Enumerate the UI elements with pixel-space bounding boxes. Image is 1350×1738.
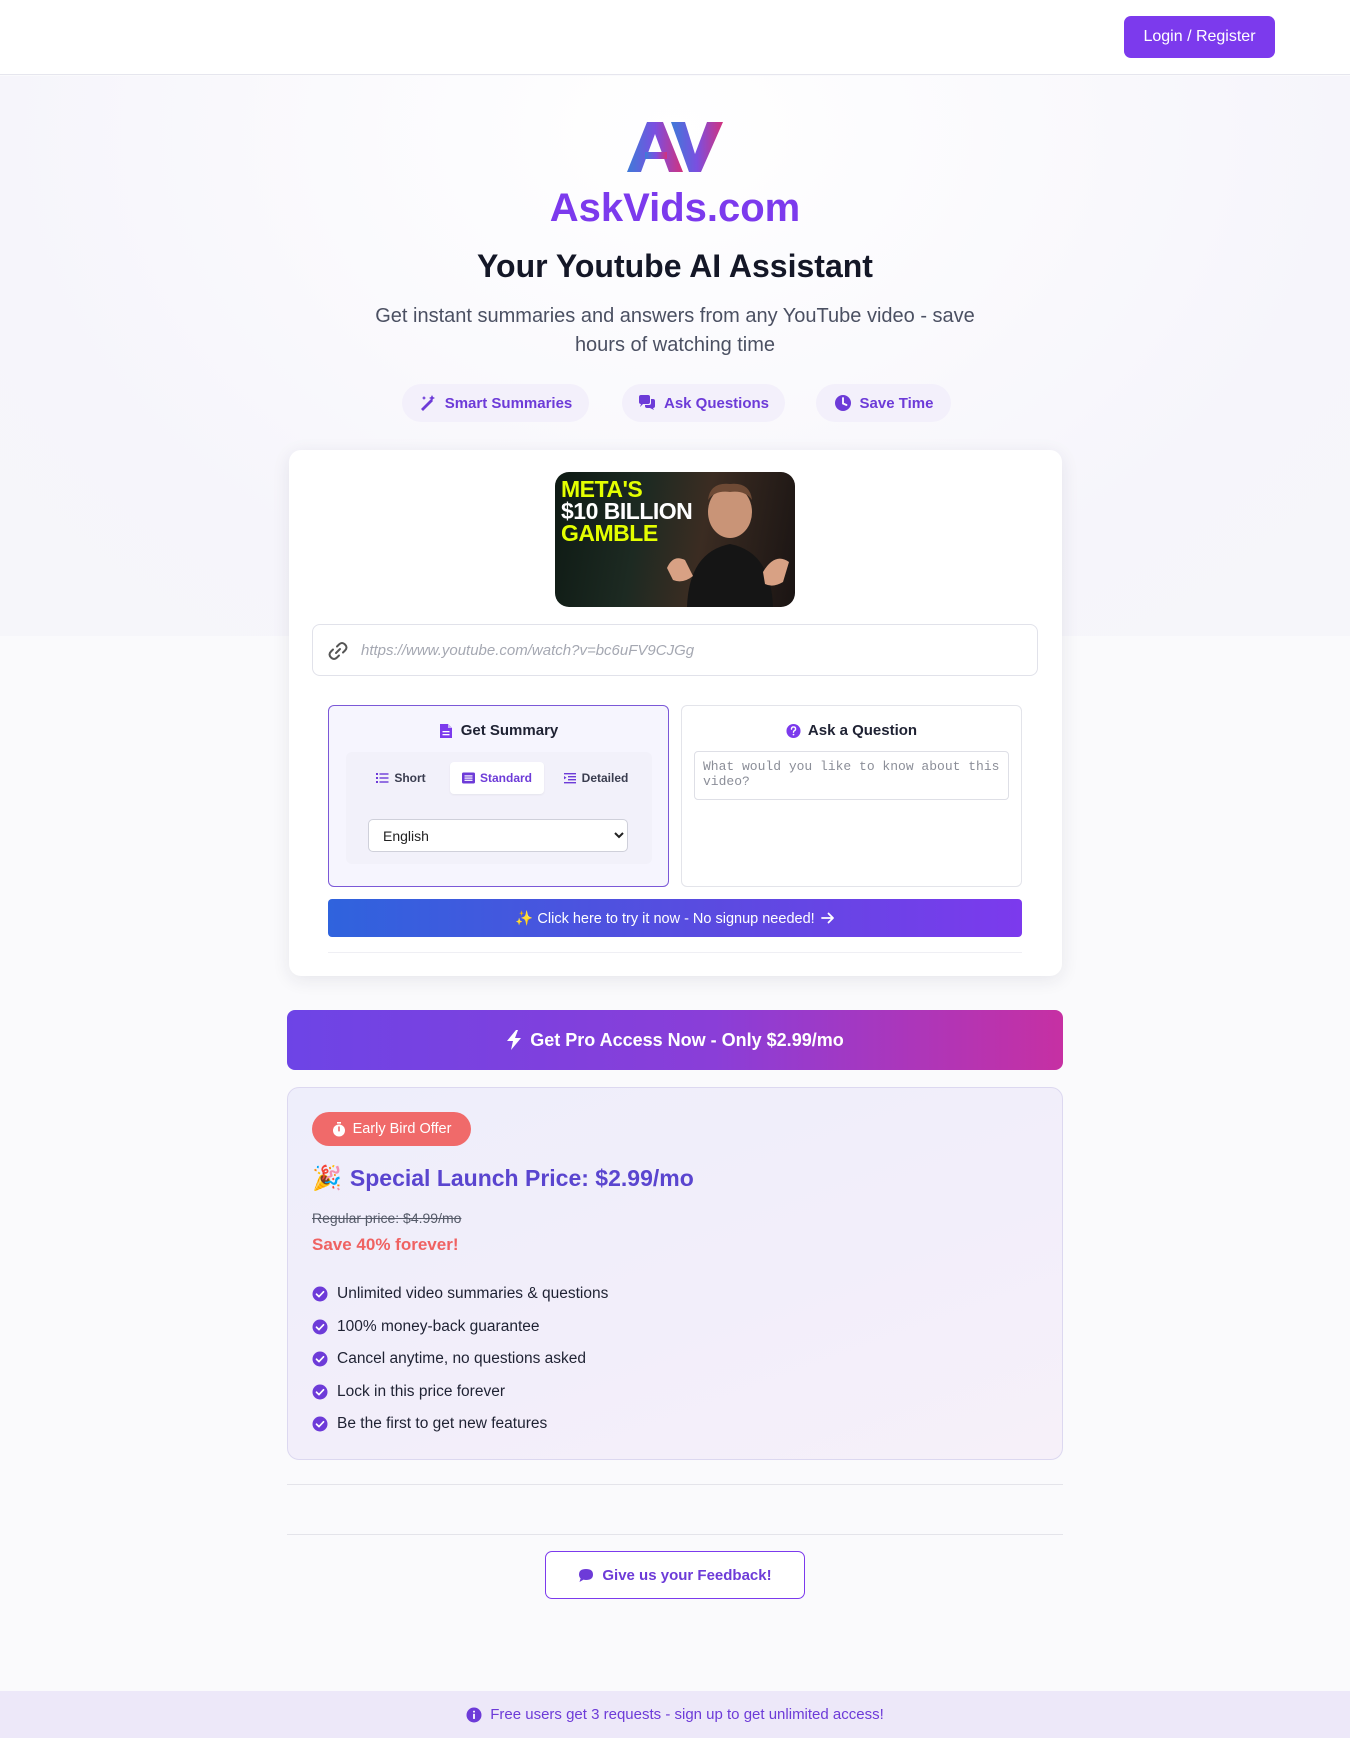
length-option-detailed[interactable]: Detailed [550,762,642,794]
stopwatch-icon [332,1121,345,1136]
feature-pill-label: Save Time [859,394,934,412]
top-navbar: Login / Register [0,0,1350,75]
clock-icon [834,395,851,411]
question-circle-icon [786,723,801,738]
list-icon [376,773,389,783]
magic-wand-icon [420,395,435,411]
length-option-standard[interactable]: Standard [450,762,544,794]
party-popper-icon: 🎉 [312,1165,342,1192]
list-item: Unlimited video summaries & questions [312,1278,608,1311]
feature-pill-smart-summaries: Smart Summaries [402,384,589,422]
check-circle-icon [312,1416,328,1432]
login-register-button[interactable]: Login / Register [1124,16,1275,58]
list-item: 100% money-back guarantee [312,1311,608,1344]
savings-text: Save 40% forever! [312,1235,459,1254]
video-url-field[interactable] [312,624,1038,676]
feature-pill-save-time: Save Time [816,384,951,422]
early-bird-badge: Early Bird Offer [312,1112,471,1146]
language-select[interactable]: English [368,819,628,852]
special-launch-price: 🎉 Special Launch Price: $2.99/mo [312,1165,694,1192]
regular-price: Regular price: $4.99/mo [312,1210,462,1226]
question-input[interactable] [694,751,1009,800]
arrow-right-icon [820,912,834,924]
list-item: Be the first to get new features [312,1408,608,1441]
card-list-icon [461,772,475,784]
feature-pill-label: Ask Questions [663,394,770,412]
try-it-now-button[interactable]: ✨ Click here to try it now - No signup n… [328,899,1022,937]
feature-pill-label: Smart Summaries [444,394,573,412]
chat-bubble-icon [579,1568,594,1582]
video-thumbnail[interactable]: META'S $10 BILLION GAMBLE [555,472,795,607]
list-item: Cancel anytime, no questions asked [312,1343,608,1376]
page-subheadline: Get instant summaries and answers from a… [375,305,975,356]
check-circle-icon [312,1351,328,1367]
ask-question-panel[interactable]: Ask a Question [681,705,1022,887]
feedback-button[interactable]: Give us your Feedback! [545,1551,805,1599]
section-divider [287,1534,1063,1535]
thumbnail-title: META'S $10 BILLION GAMBLE [561,476,693,546]
info-circle-icon [466,1707,482,1722]
section-divider [287,1484,1063,1485]
get-pro-access-button[interactable]: Get Pro Access Now - Only $2.99/mo [287,1010,1063,1070]
check-circle-icon [312,1384,328,1400]
card-divider [328,952,1022,953]
document-icon [439,723,452,738]
free-usage-notice: Free users get 3 requests - sign up to g… [0,1691,1350,1738]
ask-question-title: Ask a Question [682,722,1021,739]
lightning-bolt-icon [507,1030,522,1050]
get-summary-title: Get Summary [329,722,668,739]
page-headline: Your Youtube AI Assistant [477,248,873,284]
video-url-input[interactable] [361,635,1021,665]
summary-length-selector: Short Standard Detailed English [346,752,652,864]
check-circle-icon [312,1286,328,1302]
askvids-logo [627,122,723,172]
list-item: Lock in this price forever [312,1376,608,1409]
early-bird-offer-card: Early Bird Offer 🎉 Special Launch Price:… [287,1087,1063,1460]
offer-features-list: Unlimited video summaries & questions 10… [312,1278,608,1441]
length-option-short[interactable]: Short [358,762,444,794]
indent-list-icon [563,773,576,784]
check-circle-icon [312,1319,328,1335]
feature-pill-ask-questions: Ask Questions [622,384,785,422]
get-summary-panel[interactable]: Get Summary Short Standard Detailed Engl… [328,705,669,887]
chat-bubbles-icon [638,395,655,410]
link-icon [328,642,348,660]
brand-name: AskVids.com [549,186,801,230]
